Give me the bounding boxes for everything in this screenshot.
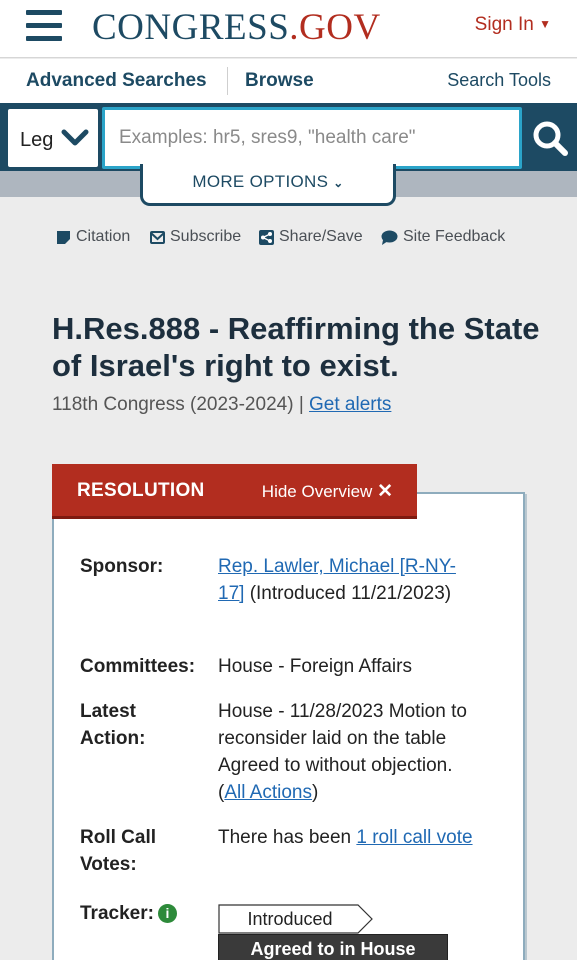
congress-separator: | [298, 394, 304, 415]
committees-label: Committees: [80, 656, 196, 677]
resolution-tab: RESOLUTION Hide Overview ✕ [52, 464, 417, 519]
advanced-searches-link[interactable]: Advanced Searches [26, 70, 207, 92]
tracker-label-wrap: Tracker: i [80, 900, 210, 927]
sub-navigation: Advanced Searches Browse Search Tools [0, 59, 577, 103]
latest-action-label: Latest Action: [80, 701, 146, 749]
roll-call-label: Roll Call Votes: [80, 827, 157, 875]
latest-action-text: House - 11/28/2023 Motion to reconsider … [218, 701, 467, 776]
menu-icon[interactable] [26, 10, 62, 42]
chevron-down-icon: ⌄ [333, 176, 344, 190]
sponsor-value: Rep. Lawler, Michael [R-NY-17] (Introduc… [218, 553, 478, 607]
search-icon [533, 121, 568, 156]
more-options-label: MORE OPTIONS [192, 172, 329, 191]
site-logo[interactable]: CONGRESS.GOV [92, 6, 381, 49]
site-header: CONGRESS.GOV Sign In ▼ [0, 0, 577, 58]
subscribe-label: Subscribe [170, 228, 242, 245]
share-icon [259, 229, 274, 245]
more-options-button[interactable]: MORE OPTIONS ⌄ [140, 164, 396, 206]
close-icon: ✕ [377, 481, 393, 502]
chevron-down-icon [61, 129, 89, 146]
resolution-label: RESOLUTION [77, 480, 205, 501]
search-button[interactable] [524, 103, 577, 171]
sign-in-label: Sign In [474, 14, 534, 35]
all-actions-link[interactable]: All Actions [224, 782, 312, 803]
tracker-label: Tracker: [80, 903, 154, 924]
sponsor-label: Sponsor: [80, 556, 164, 577]
tracker-step-agreed: Agreed to in House [218, 934, 448, 960]
congress-session: 118th Congress (2023-2024) [52, 394, 294, 415]
tracker-step-introduced: Introduced [218, 904, 373, 934]
citation-label: Citation [76, 228, 131, 245]
browse-link[interactable]: Browse [245, 70, 314, 92]
page-title: H.Res.888 - Reaffirming the State of Isr… [52, 311, 540, 383]
search-tools-link[interactable]: Search Tools [447, 70, 551, 91]
collection-select[interactable]: Leg [8, 109, 98, 167]
roll-call-value: There has been 1 roll call vote [218, 824, 478, 851]
roll-call-link[interactable]: 1 roll call vote [356, 827, 472, 848]
share-save-label: Share/Save [279, 228, 363, 245]
sign-in-button[interactable]: Sign In ▼ [475, 14, 551, 36]
citation-icon [57, 230, 70, 244]
collection-select-value: Leg [20, 129, 54, 151]
latest-action-value: House - 11/28/2023 Motion to reconsider … [218, 701, 467, 803]
share-save-link[interactable]: Share/Save [259, 228, 363, 246]
site-feedback-link[interactable]: Site Feedback [381, 228, 505, 246]
caret-down-icon: ▼ [539, 17, 551, 31]
search-field-wrapper [102, 107, 522, 169]
hide-overview-label: Hide Overview [261, 482, 373, 501]
sponsor-intro-date: (Introduced 11/21/2023) [249, 583, 452, 604]
subscribe-link[interactable]: Subscribe [150, 228, 241, 246]
info-icon[interactable]: i [157, 904, 177, 923]
tool-links: Citation Subscribe Share/Save Site Feedb… [56, 228, 536, 250]
speech-bubble-icon [381, 230, 398, 245]
committees-value: House - Foreign Affairs [218, 656, 412, 677]
tracker-step-introduced-label: Introduced [247, 909, 332, 929]
citation-link[interactable]: Citation [56, 228, 130, 246]
site-feedback-label: Site Feedback [403, 228, 506, 245]
get-alerts-link[interactable]: Get alerts [309, 394, 391, 415]
roll-call-text: There has been [218, 827, 352, 848]
hide-overview-button[interactable]: Hide Overview ✕ [262, 480, 393, 503]
congress-info: 118th Congress (2023-2024) | Get alerts [52, 394, 391, 416]
search-bar: Leg [0, 103, 577, 171]
envelope-icon [150, 230, 165, 244]
search-input[interactable] [119, 123, 499, 153]
nav-divider [227, 67, 228, 95]
